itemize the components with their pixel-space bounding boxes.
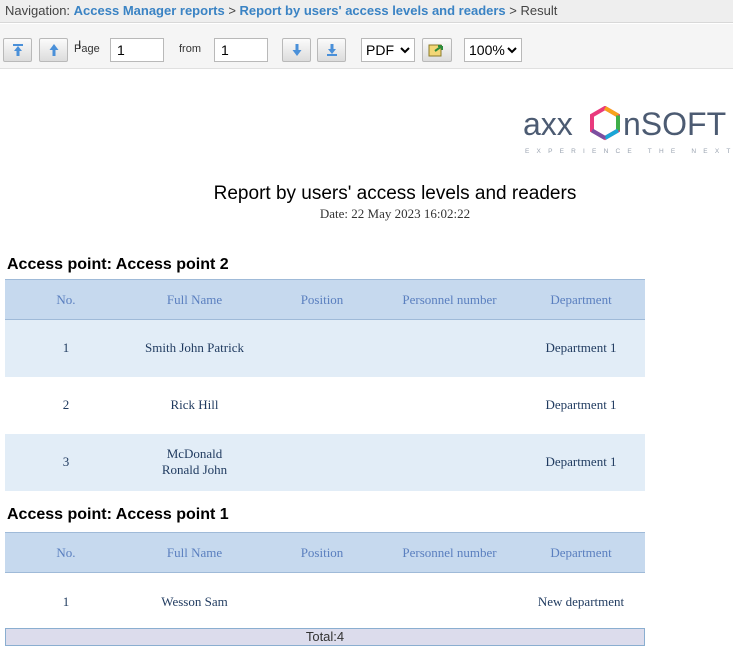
table-row: 3 McDonald Ronald John Department 1: [5, 433, 645, 491]
column-header-full-name: Full Name: [127, 532, 262, 573]
breadcrumb-separator: >: [509, 3, 517, 18]
cell-position: [262, 433, 382, 491]
total-pages-input[interactable]: [214, 38, 268, 62]
export-icon: [428, 44, 443, 57]
access-point-2-table: No. Full Name Position Personnel number …: [5, 279, 645, 491]
column-header-personnel-number: Personnel number: [382, 279, 517, 320]
cell-no: 1: [62, 593, 70, 609]
column-header-position: Position: [262, 279, 382, 320]
previous-page-button[interactable]: [39, 38, 68, 62]
table-header-row: No. Full Name Position Personnel number …: [5, 532, 645, 573]
access-point-1-table: No. Full Name Position Personnel number …: [5, 532, 645, 631]
cell-personnel-number: [382, 377, 517, 434]
breadcrumb-link-report[interactable]: Report by users' access levels and reade…: [240, 3, 506, 18]
breadcrumb-link-access-manager-reports[interactable]: Access Manager reports: [74, 3, 225, 18]
section-title-access-point-1: Access point: Access point 1: [7, 506, 229, 523]
cell-no: 3: [5, 433, 127, 491]
last-page-icon: [326, 44, 337, 56]
first-page-icon: [12, 44, 23, 56]
cell-full-name: Wesson Sam: [161, 593, 228, 609]
table-row: 1 Smith John Patrick Department 1: [5, 319, 645, 377]
cell-no: 1: [5, 319, 127, 377]
chevron-down-icon: [507, 47, 517, 54]
logo-text-nsoft: nSOFT: [623, 106, 726, 142]
cell-position: [262, 573, 382, 631]
cell-full-name: Smith John Patrick: [127, 319, 262, 377]
cell-department: Department 1: [517, 319, 645, 377]
cell-department: Department 1: [545, 397, 617, 412]
table-row: 2 Rick Hill Department 1: [5, 377, 645, 434]
next-page-button[interactable]: [282, 38, 311, 62]
column-header-no: No.: [5, 532, 127, 573]
cell-full-name: McDonald Ronald John: [127, 433, 262, 491]
axxonsoft-logo: axx nSOFT EXPERIENCE THE NEXT: [523, 105, 733, 155]
arrow-down-icon: [292, 44, 301, 56]
column-header-full-name: Full Name: [127, 279, 262, 320]
first-page-button[interactable]: [3, 38, 32, 62]
total-row: Total:4: [5, 628, 645, 646]
breadcrumb-current: Result: [520, 3, 558, 18]
cell-department: Department 1: [517, 433, 645, 491]
cell-position: [262, 319, 382, 377]
report-title: Report by users' access levels and reade…: [213, 183, 577, 204]
cell-personnel-number: [382, 433, 517, 491]
cell-full-name: Rick Hill: [170, 397, 219, 412]
company-logo: axx nSOFT EXPERIENCE THE NEXT: [523, 105, 733, 161]
column-header-personnel-number: Personnel number: [382, 532, 517, 573]
section-title-access-point-2: Access point: Access point 2: [7, 256, 229, 273]
column-header-department: Department: [517, 532, 645, 573]
zoom-select[interactable]: 100%: [464, 38, 522, 62]
from-label: from: [179, 43, 201, 55]
cell-personnel-number: [382, 573, 517, 631]
logo-text-axx: axx: [523, 106, 573, 142]
logo-tagline: EXPERIENCE THE NEXT: [525, 148, 733, 155]
cell-no: 2: [62, 397, 70, 412]
breadcrumb-separator: >: [228, 3, 236, 18]
logo-hexagon-icon: [590, 105, 620, 141]
column-header-position: Position: [262, 532, 382, 573]
breadcrumb: Navigation: Access Manager reports > Rep…: [0, 0, 733, 23]
text-cursor-icon: I: [78, 38, 82, 52]
cell-position: [262, 377, 382, 434]
chevron-down-icon: [400, 47, 410, 54]
cell-department: New department: [537, 593, 625, 609]
table-row: 1 Wesson Sam New department: [5, 573, 645, 631]
export-format-value: PDF: [366, 42, 394, 58]
page-number-input[interactable]: [110, 38, 164, 62]
table-header-row: No. Full Name Position Personnel number …: [5, 279, 645, 320]
export-button[interactable]: [422, 38, 452, 62]
breadcrumb-prefix: Navigation:: [5, 3, 71, 18]
arrow-up-icon: [49, 44, 58, 56]
report-toolbar: Page from PDF 100%: [0, 24, 733, 69]
report-date: Date: 22 May 2023 16:02:22: [319, 206, 471, 221]
last-page-button[interactable]: [317, 38, 346, 62]
export-format-select[interactable]: PDF: [361, 38, 415, 62]
cell-personnel-number: [382, 319, 517, 377]
column-header-department: Department: [517, 279, 645, 320]
column-header-no: No.: [5, 279, 127, 320]
zoom-value: 100%: [469, 42, 505, 58]
